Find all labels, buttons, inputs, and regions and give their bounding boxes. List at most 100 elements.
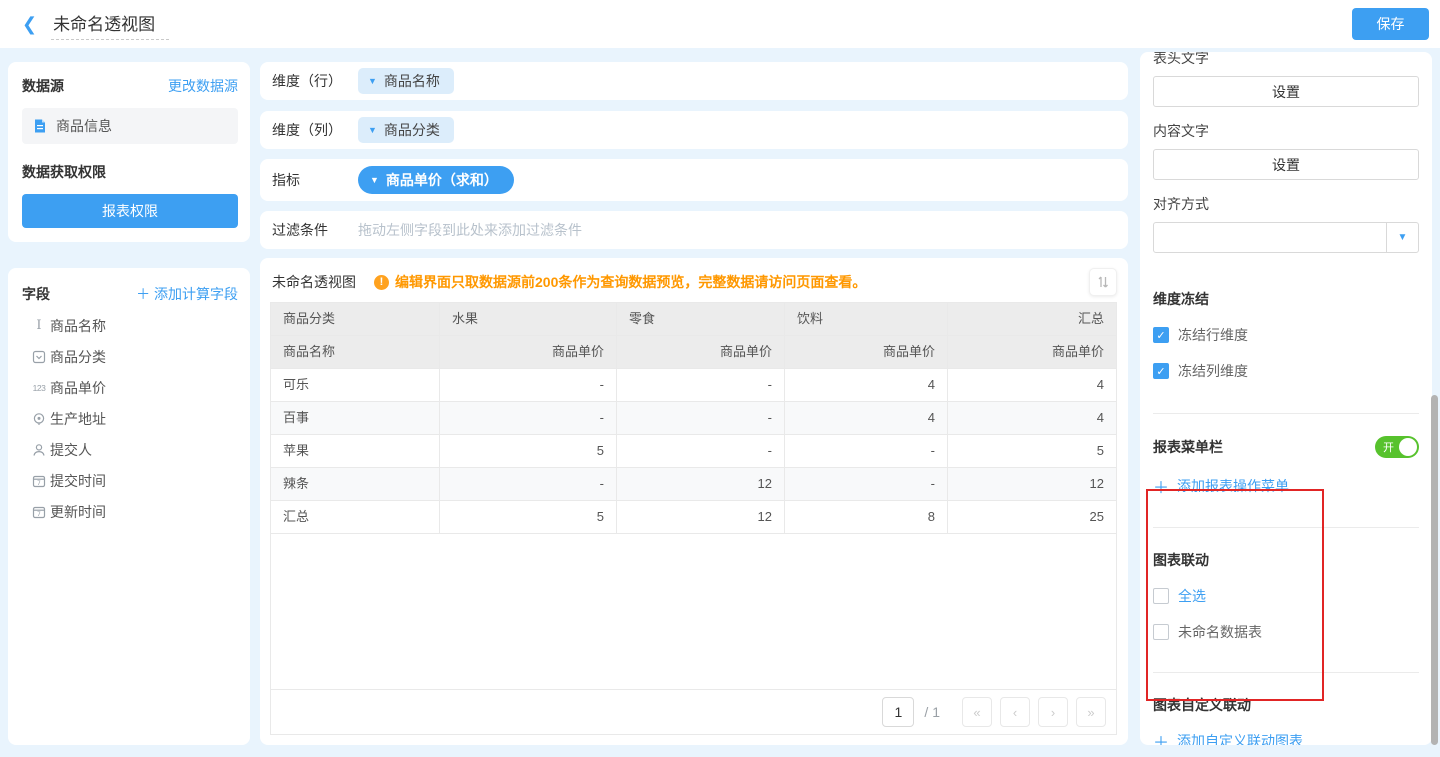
table-cell: 12 [617,501,785,534]
freeze-title: 维度冻结 [1153,289,1419,309]
column-subheader[interactable]: 商品名称 [271,336,440,369]
report-menu-row: 报表菜单栏 开 [1153,436,1419,458]
date-field-icon: 7 [28,505,50,519]
text-field-icon: I [28,318,50,333]
left-sidebar: 数据源 更改数据源 商品信息 数据获取权限 报表权限 字段 ＋ 添加计算字段 I… [8,62,250,745]
permission-title: 数据获取权限 [22,162,238,182]
column-header[interactable]: 水果 [440,303,617,336]
first-page-button[interactable]: « [962,697,992,727]
svg-text:7: 7 [37,511,41,518]
table-cell: 25 [948,501,1116,534]
metric-bar: 指标 ▼商品单价（求和） [260,159,1128,201]
prev-page-button[interactable]: ‹ [1000,697,1030,727]
table-cell: 5 [440,435,617,468]
report-menu-toggle[interactable]: 开 [1375,436,1419,458]
table-cell: 辣条 [271,468,440,501]
metric-tag[interactable]: ▼商品单价（求和） [358,166,514,194]
plus-icon: ＋ [136,286,154,302]
save-button[interactable]: 保存 [1352,8,1429,40]
page-title[interactable]: 未命名透视图 [51,8,169,40]
row-dimension-tag[interactable]: ▼商品名称 [358,68,454,94]
column-header[interactable]: 汇总 [948,303,1116,336]
column-subheader[interactable]: 商品单价 [948,336,1116,369]
location-field-icon [28,412,50,426]
warning-icon: ! [374,275,389,290]
select-all-checkbox[interactable]: 全选 [1153,586,1419,606]
divider [1153,527,1419,528]
column-header[interactable]: 饮料 [785,303,948,336]
chart-linkage-title: 图表联动 [1153,550,1419,570]
column-header[interactable]: 商品分类 [271,303,440,336]
table-cell: - [617,369,785,402]
header-text-settings-button[interactable]: 设置 [1153,76,1419,107]
plus-icon: ＋ [1153,474,1169,498]
panel-scrollbar[interactable] [1431,395,1438,745]
datasource-title: 数据源 [22,76,64,96]
datasource-panel: 数据源 更改数据源 商品信息 数据获取权限 报表权限 [8,62,250,242]
report-menu-title: 报表菜单栏 [1153,437,1223,457]
table-cell: - [440,369,617,402]
add-custom-linkage-link[interactable]: ＋ 添加自定义联动图表 [1153,729,1419,745]
datasource-item[interactable]: 商品信息 [22,108,238,144]
add-report-menu-link[interactable]: ＋ 添加报表操作菜单 [1153,474,1419,498]
checkbox-unchecked-icon [1153,588,1169,604]
user-field-icon [28,443,50,457]
filter-placeholder: 拖动左侧字段到此处来添加过滤条件 [358,220,582,240]
field-item-product-price[interactable]: 123 商品单价 [22,372,238,403]
divider [1153,413,1419,414]
column-subheader[interactable]: 商品单价 [617,336,785,369]
row-dimension-label: 维度（行） [272,71,358,91]
add-calculated-field-link[interactable]: ＋ 添加计算字段 [136,284,238,304]
table-cell: - [617,402,785,435]
filter-bar[interactable]: 过滤条件 拖动左侧字段到此处来添加过滤条件 [260,211,1128,249]
field-item-submit-time[interactable]: 7 提交时间 [22,465,238,496]
field-item-submitter[interactable]: 提交人 [22,434,238,465]
table-cell: 5 [948,435,1116,468]
table-cell: 12 [948,468,1116,501]
preview-warning: ! 编辑界面只取数据源前200条作为查询数据预览，完整数据请访问页面查看。 [374,272,866,292]
dataset-checkbox[interactable]: 未命名数据表 [1153,622,1419,642]
field-item-production-address[interactable]: 生产地址 [22,403,238,434]
datasource-item-label: 商品信息 [56,116,112,136]
column-subheader[interactable]: 商品单价 [440,336,617,369]
topbar: ❮ 未命名透视图 保存 [0,0,1440,48]
table-cell: 8 [785,501,948,534]
next-page-button[interactable]: › [1038,697,1068,727]
fields-title: 字段 [22,284,50,304]
column-subheader[interactable]: 商品单价 [785,336,948,369]
metric-label: 指标 [272,170,358,190]
divider [1153,672,1419,673]
table-cell: - [440,468,617,501]
right-column: 表头文字 设置 内容文字 设置 对齐方式 ▼ 维度冻结 ✓ 冻结行维度 ✓ 冻结… [1140,62,1432,745]
fields-panel: 字段 ＋ 添加计算字段 I 商品名称 商品分类 123 商品单价 [8,268,250,745]
chevron-down-icon: ▼ [368,76,377,86]
report-permission-button[interactable]: 报表权限 [22,194,238,228]
sort-button[interactable] [1089,268,1117,296]
col-dimension-tag[interactable]: ▼商品分类 [358,117,454,143]
table-cell: - [440,402,617,435]
select-field-icon [28,350,50,364]
change-datasource-link[interactable]: 更改数据源 [168,76,238,96]
last-page-button[interactable]: » [1076,697,1106,727]
svg-text:7: 7 [37,480,41,487]
row-dimension-bar: 维度（行） ▼商品名称 [260,62,1128,100]
field-item-product-name[interactable]: I 商品名称 [22,310,238,341]
checkbox-checked-icon: ✓ [1153,327,1169,343]
freeze-row-checkbox[interactable]: ✓ 冻结行维度 [1153,325,1419,345]
align-label: 对齐方式 [1153,194,1419,214]
plus-icon: ＋ [1153,729,1169,745]
table-cell: 百事 [271,402,440,435]
table-cell: 4 [785,402,948,435]
field-item-product-category[interactable]: 商品分类 [22,341,238,372]
header-text-label: 表头文字 [1153,52,1419,68]
chevron-down-icon: ▼ [370,175,379,185]
content-text-settings-button[interactable]: 设置 [1153,149,1419,180]
table-cell: 5 [440,501,617,534]
align-select[interactable]: ▼ [1153,222,1419,253]
field-item-update-time[interactable]: 7 更新时间 [22,496,238,527]
page-number-input[interactable] [882,697,914,727]
preview-title: 未命名透视图 [272,272,356,292]
back-icon[interactable]: ❮ [22,14,37,35]
column-header[interactable]: 零食 [617,303,785,336]
freeze-col-checkbox[interactable]: ✓ 冻结列维度 [1153,361,1419,381]
